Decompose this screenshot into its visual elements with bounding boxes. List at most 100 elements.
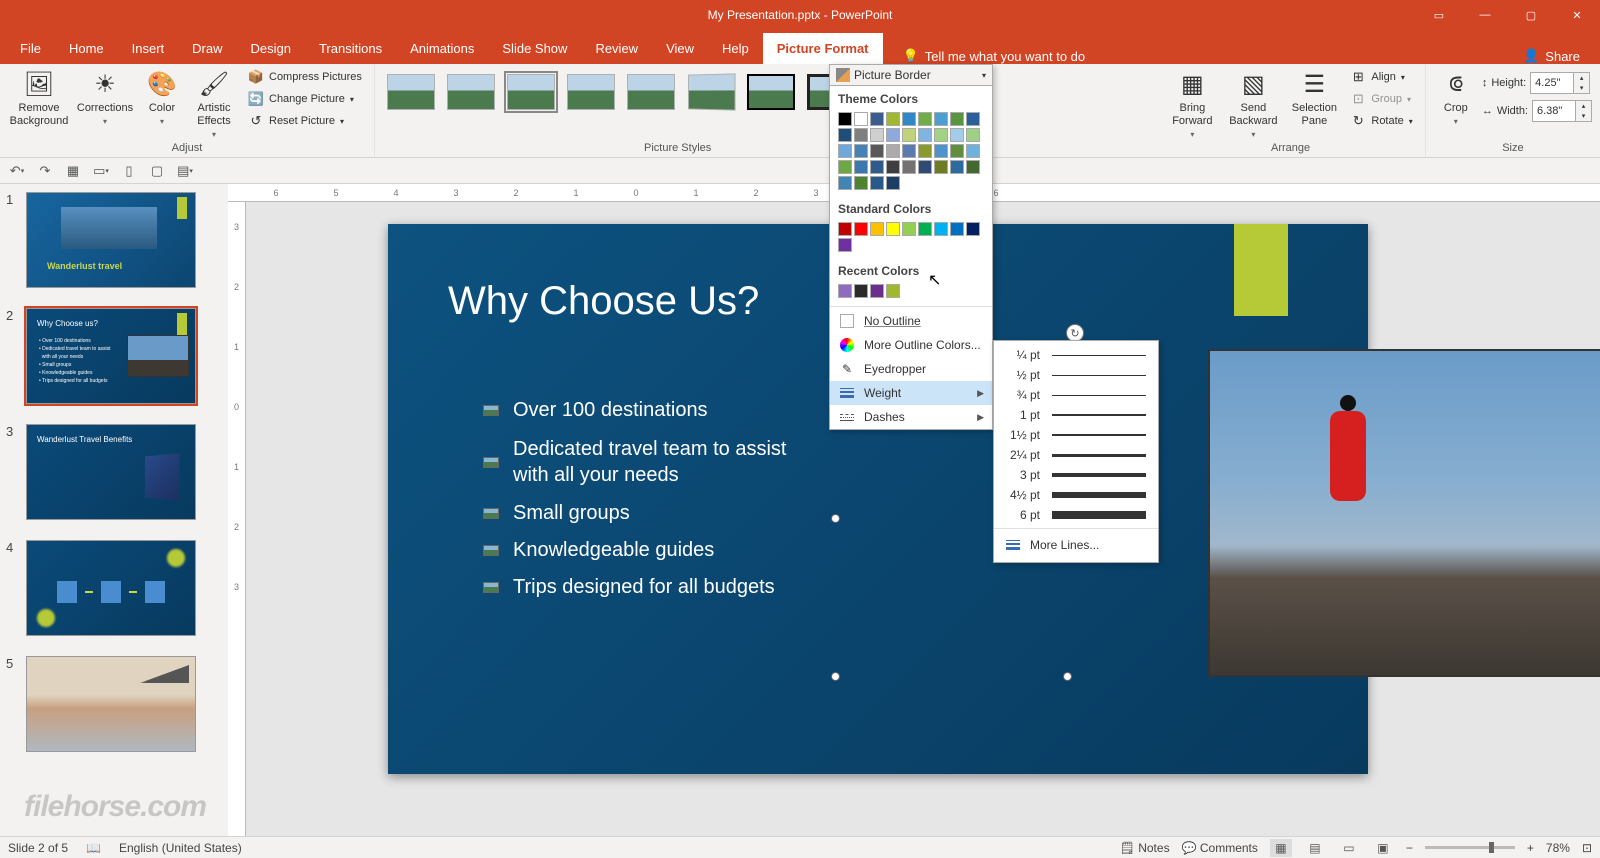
spinner-up[interactable]: ▴ [1576, 101, 1591, 111]
send-backward-button[interactable]: ▧ Send Backward ▾ [1224, 66, 1282, 139]
color-swatch[interactable] [854, 160, 868, 174]
color-swatch[interactable] [902, 222, 916, 236]
color-swatch[interactable] [950, 222, 964, 236]
color-swatch[interactable] [838, 160, 852, 174]
spellcheck-icon[interactable]: 📖 [86, 841, 101, 855]
color-swatch[interactable] [838, 128, 852, 142]
slide-counter[interactable]: Slide 2 of 5 [8, 841, 68, 855]
color-swatch[interactable] [966, 112, 980, 126]
zoom-in-button[interactable]: + [1527, 841, 1534, 855]
qat-btn-5[interactable]: ▤▾ [176, 162, 194, 180]
picture-style-2[interactable] [447, 74, 495, 110]
tab-help[interactable]: Help [708, 33, 763, 64]
color-swatch[interactable] [870, 128, 884, 142]
color-swatch[interactable] [854, 284, 868, 298]
tab-review[interactable]: Review [581, 33, 652, 64]
tab-home[interactable]: Home [55, 33, 118, 64]
crop-button[interactable]: ⟃ Crop ▾ [1434, 66, 1478, 126]
share-button[interactable]: 👤 Share [1523, 48, 1580, 64]
color-swatch[interactable] [966, 160, 980, 174]
color-swatch[interactable] [870, 176, 884, 190]
weight-1.5pt[interactable]: 1½ pt [994, 425, 1158, 445]
tell-me-search[interactable]: 💡 Tell me what you want to do [903, 48, 1086, 64]
color-swatch[interactable] [950, 112, 964, 126]
reset-picture-button[interactable]: ↺Reset Picture ▾ [244, 111, 366, 131]
color-swatch[interactable] [886, 112, 900, 126]
color-swatch[interactable] [918, 112, 932, 126]
minimize-icon[interactable]: — [1462, 0, 1508, 30]
color-swatch[interactable] [886, 144, 900, 158]
more-outline-colors-item[interactable]: More Outline Colors... [830, 333, 992, 357]
group-button[interactable]: ⊡Group ▾ [1346, 89, 1416, 109]
tab-insert[interactable]: Insert [118, 33, 179, 64]
selection-handle-s[interactable] [1063, 672, 1072, 681]
weight-0.5pt[interactable]: ½ pt [994, 365, 1158, 385]
weight-2.25pt[interactable]: 2¼ pt [994, 445, 1158, 465]
color-swatch[interactable] [838, 284, 852, 298]
color-swatch[interactable] [886, 128, 900, 142]
color-swatch[interactable] [870, 222, 884, 236]
slide-thumbnails-panel[interactable]: 1Wanderlust travel 2Why Choose us?• Over… [0, 184, 228, 836]
color-swatch[interactable] [854, 222, 868, 236]
tab-view[interactable]: View [652, 33, 708, 64]
color-swatch[interactable] [854, 128, 868, 142]
color-swatch[interactable] [918, 128, 932, 142]
align-button[interactable]: ⊞Align ▾ [1346, 67, 1416, 87]
rotate-button[interactable]: ↻Rotate ▾ [1346, 111, 1416, 131]
fit-to-window-button[interactable]: ⊡ [1582, 841, 1592, 855]
color-swatch[interactable] [950, 144, 964, 158]
redo-button[interactable]: ↷ [36, 162, 54, 180]
zoom-slider[interactable] [1425, 846, 1515, 849]
color-swatch[interactable] [934, 144, 948, 158]
color-swatch[interactable] [870, 160, 884, 174]
color-swatch[interactable] [934, 112, 948, 126]
thumbnail-3[interactable]: 3Wanderlust Travel Benefits [6, 424, 222, 520]
maximize-icon[interactable]: ▢ [1508, 0, 1554, 30]
color-swatch[interactable] [886, 176, 900, 190]
remove-background-button[interactable]: 🖼 Remove Background [8, 66, 70, 128]
no-outline-item[interactable]: No Outline [830, 309, 992, 333]
thumbnail-1[interactable]: 1Wanderlust travel [6, 192, 222, 288]
color-swatch[interactable] [870, 112, 884, 126]
height-input[interactable]: 4.25"▴▾ [1530, 72, 1590, 94]
thumbnail-2[interactable]: 2Why Choose us?• Over 100 destinations• … [6, 308, 222, 404]
spinner-down[interactable]: ▾ [1576, 111, 1591, 121]
color-swatch[interactable] [870, 284, 884, 298]
dashes-item[interactable]: Dashes▶ [830, 405, 992, 429]
color-swatch[interactable] [886, 160, 900, 174]
slide-accent-shape[interactable] [1234, 224, 1288, 316]
undo-button[interactable]: ↶▾ [8, 162, 26, 180]
color-button[interactable]: 🎨 Color ▾ [140, 66, 184, 126]
slide-sorter-view-button[interactable]: ▤ [1304, 839, 1326, 857]
tab-animations[interactable]: Animations [396, 33, 488, 64]
selection-pane-button[interactable]: ☰ Selection Pane [1286, 66, 1342, 128]
color-swatch[interactable] [950, 128, 964, 142]
picture-border-button[interactable]: Picture Border▾ [829, 64, 993, 86]
weight-4.5pt[interactable]: 4½ pt [994, 485, 1158, 505]
color-swatch[interactable] [902, 128, 916, 142]
color-swatch[interactable] [918, 222, 932, 236]
normal-view-button[interactable]: ▦ [1270, 839, 1292, 857]
language-indicator[interactable]: English (United States) [119, 841, 242, 855]
more-lines-item[interactable]: More Lines... [994, 532, 1158, 558]
picture-style-7[interactable] [747, 74, 795, 110]
color-swatch[interactable] [950, 160, 964, 174]
style-gallery[interactable]: ▴ ▾ ▿ [383, 66, 887, 118]
tab-picture-format[interactable]: Picture Format [763, 33, 883, 64]
weight-0.25pt[interactable]: ¼ pt [994, 345, 1158, 365]
picture-style-5[interactable] [627, 74, 675, 110]
spinner-down[interactable]: ▾ [1574, 83, 1589, 93]
color-swatch[interactable] [870, 144, 884, 158]
tab-file[interactable]: File [6, 33, 55, 64]
color-swatch[interactable] [838, 176, 852, 190]
tab-transitions[interactable]: Transitions [305, 33, 396, 64]
color-swatch[interactable] [854, 176, 868, 190]
qat-btn-1[interactable]: ▦ [64, 162, 82, 180]
color-swatch[interactable] [854, 112, 868, 126]
width-input[interactable]: 6.38"▴▾ [1532, 100, 1592, 122]
color-swatch[interactable] [918, 160, 932, 174]
weight-1pt[interactable]: 1 pt [994, 405, 1158, 425]
weight-0.75pt[interactable]: ¾ pt [994, 385, 1158, 405]
picture-style-4[interactable] [567, 74, 615, 110]
ribbon-display-options-icon[interactable]: ▭ [1416, 0, 1462, 30]
